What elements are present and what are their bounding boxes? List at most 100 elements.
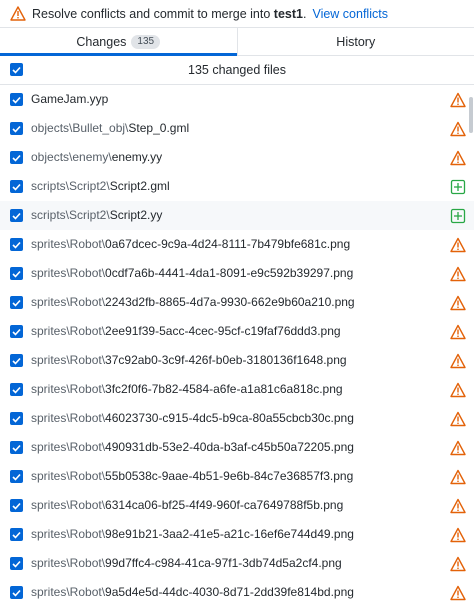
file-row[interactable]: GameJam.yyp (0, 85, 474, 114)
file-row[interactable]: sprites\Robot\2ee91f39-5acc-4cec-95cf-c1… (0, 317, 474, 346)
file-row[interactable]: sprites\Robot\0a67dcec-9c9a-4d24-8111-7b… (0, 230, 474, 259)
tab-changes[interactable]: Changes 135 (0, 28, 237, 56)
file-checkbox[interactable] (10, 412, 23, 425)
file-path: sprites\Robot\55b0538c-9aae-4b51-9e6b-84… (31, 462, 353, 491)
file-row[interactable]: scripts\Script2\Script2.gml (0, 172, 474, 201)
file-directory: sprites\Robot\ (31, 585, 106, 599)
file-row[interactable]: sprites\Robot\99d7ffc4-c984-41ca-97f1-3d… (0, 549, 474, 578)
tab-bar: Changes 135 History (0, 27, 474, 56)
file-row[interactable]: objects\enemy\enemy.yy (0, 143, 474, 172)
file-checkbox[interactable] (10, 470, 23, 483)
file-row[interactable]: sprites\Robot\6314ca06-bf25-4f49-960f-ca… (0, 491, 474, 520)
file-checkbox[interactable] (10, 151, 23, 164)
tab-history-label: History (336, 34, 376, 49)
file-checkbox[interactable] (10, 325, 23, 338)
file-name: 9a5d4e5d-44dc-4030-8d71-2dd39fe814bd.png (105, 585, 354, 599)
file-directory: sprites\Robot\ (31, 324, 106, 338)
file-path: sprites\Robot\490931db-53e2-40da-b3af-c4… (31, 433, 354, 462)
file-row[interactable]: sprites\Robot\46023730-c915-4dc5-b9ca-80… (0, 404, 474, 433)
file-row[interactable]: sprites\Robot\9a5d4e5d-44dc-4030-8d71-2d… (0, 578, 474, 607)
conflict-warning-icon (450, 266, 466, 282)
file-name: Script2.gml (109, 179, 170, 193)
file-path: sprites\Robot\37c92ab0-3c9f-426f-b0eb-31… (31, 346, 347, 375)
file-checkbox[interactable] (10, 383, 23, 396)
file-checkbox[interactable] (10, 528, 23, 541)
conflict-warning-icon (450, 585, 466, 601)
file-path: sprites\Robot\9a5d4e5d-44dc-4030-8d71-2d… (31, 578, 354, 607)
file-row[interactable]: sprites\Robot\3fc2f0f6-7b82-4584-a6fe-a1… (0, 375, 474, 404)
conflict-warning-icon (450, 440, 466, 456)
tab-history[interactable]: History (238, 28, 474, 55)
conflict-warning-icon (450, 237, 466, 253)
file-directory: sprites\Robot\ (31, 440, 106, 454)
file-checkbox[interactable] (10, 93, 23, 106)
file-checkbox[interactable] (10, 209, 23, 222)
conflict-warning-icon (450, 527, 466, 543)
checkmark-icon (12, 473, 21, 481)
file-name: 46023730-c915-4dc5-b9ca-80a55cbcb30c.png (105, 411, 354, 425)
changed-files-list[interactable]: GameJam.yyp objects\Bullet_obj\Step_0.gm… (0, 85, 474, 611)
file-directory: sprites\Robot\ (31, 556, 106, 570)
scrollbar[interactable] (468, 85, 474, 611)
file-directory: sprites\Robot\ (31, 237, 106, 251)
file-row[interactable]: objects\Bullet_obj\Step_0.gml (0, 114, 474, 143)
file-path: sprites\Robot\99d7ffc4-c984-41ca-97f1-3d… (31, 549, 342, 578)
file-row[interactable]: sprites\Robot\0cdf7a6b-4441-4da1-8091-e9… (0, 259, 474, 288)
checkmark-icon (12, 560, 21, 568)
file-name: 490931db-53e2-40da-b3af-c45b50a72205.png (105, 440, 354, 454)
conflict-warning-icon (450, 324, 466, 340)
file-directory: scripts\Script2\ (31, 208, 110, 222)
file-checkbox[interactable] (10, 586, 23, 599)
file-checkbox[interactable] (10, 499, 23, 512)
conflict-warning-icon (450, 295, 466, 311)
file-directory: sprites\Robot\ (31, 498, 106, 512)
file-checkbox[interactable] (10, 267, 23, 280)
file-path: sprites\Robot\3fc2f0f6-7b82-4584-a6fe-a1… (31, 375, 343, 404)
file-checkbox[interactable] (10, 296, 23, 309)
changed-files-header: 135 changed files (0, 56, 474, 85)
file-row[interactable]: sprites\Robot\37c92ab0-3c9f-426f-b0eb-31… (0, 346, 474, 375)
checkmark-icon (12, 66, 21, 74)
file-path: sprites\Robot\46023730-c915-4dc5-b9ca-80… (31, 404, 354, 433)
file-row[interactable]: sprites\Robot\98e91b21-3aa2-41e5-a21c-16… (0, 520, 474, 549)
file-name: 2243d2fb-8865-4d7a-9930-662e9b60a210.png (105, 295, 355, 309)
file-name: 99d7ffc4-c984-41ca-97f1-3db74d5a2cf4.png (105, 556, 342, 570)
file-row[interactable]: sprites\Robot\490931db-53e2-40da-b3af-c4… (0, 433, 474, 462)
file-path: scripts\Script2\Script2.yy (31, 201, 162, 230)
file-path: scripts\Script2\Script2.gml (31, 172, 170, 201)
view-conflicts-link[interactable]: View conflicts (312, 7, 388, 21)
conflict-warning-icon (450, 353, 466, 369)
branch-name: test1 (273, 6, 303, 21)
checkmark-icon (12, 96, 21, 104)
file-name: Script2.yy (109, 208, 163, 222)
file-path: sprites\Robot\2243d2fb-8865-4d7a-9930-66… (31, 288, 355, 317)
file-path: objects\Bullet_obj\Step_0.gml (31, 114, 189, 143)
file-checkbox[interactable] (10, 122, 23, 135)
file-name: 0a67dcec-9c9a-4d24-8111-7b479bfe681c.png (105, 237, 351, 251)
file-checkbox[interactable] (10, 441, 23, 454)
scrollbar-thumb[interactable] (469, 97, 473, 133)
file-name: 3fc2f0f6-7b82-4584-a6fe-a1a81c6a818c.png (105, 382, 343, 396)
file-directory: sprites\Robot\ (31, 353, 106, 367)
file-checkbox[interactable] (10, 557, 23, 570)
file-row[interactable]: sprites\Robot\2243d2fb-8865-4d7a-9930-66… (0, 288, 474, 317)
select-all-checkbox[interactable] (10, 63, 23, 76)
conflict-warning-icon (450, 382, 466, 398)
file-checkbox[interactable] (10, 238, 23, 251)
checkmark-icon (12, 357, 21, 365)
file-row[interactable]: scripts\Script2\Script2.yy (0, 201, 474, 230)
conflict-warning-icon (450, 498, 466, 514)
checkmark-icon (12, 386, 21, 394)
conflict-warning-icon (450, 411, 466, 427)
file-directory: sprites\Robot\ (31, 266, 106, 280)
checkmark-icon (12, 270, 21, 278)
file-path: sprites\Robot\6314ca06-bf25-4f49-960f-ca… (31, 491, 343, 520)
conflict-warning-icon (450, 121, 466, 137)
file-row[interactable]: sprites\Robot\55b0538c-9aae-4b51-9e6b-84… (0, 462, 474, 491)
file-checkbox[interactable] (10, 354, 23, 367)
file-checkbox[interactable] (10, 180, 23, 193)
file-path: sprites\Robot\2ee91f39-5acc-4cec-95cf-c1… (31, 317, 341, 346)
file-name: Step_0.gml (128, 121, 190, 135)
checkmark-icon (12, 299, 21, 307)
file-path: objects\enemy\enemy.yy (31, 143, 162, 172)
